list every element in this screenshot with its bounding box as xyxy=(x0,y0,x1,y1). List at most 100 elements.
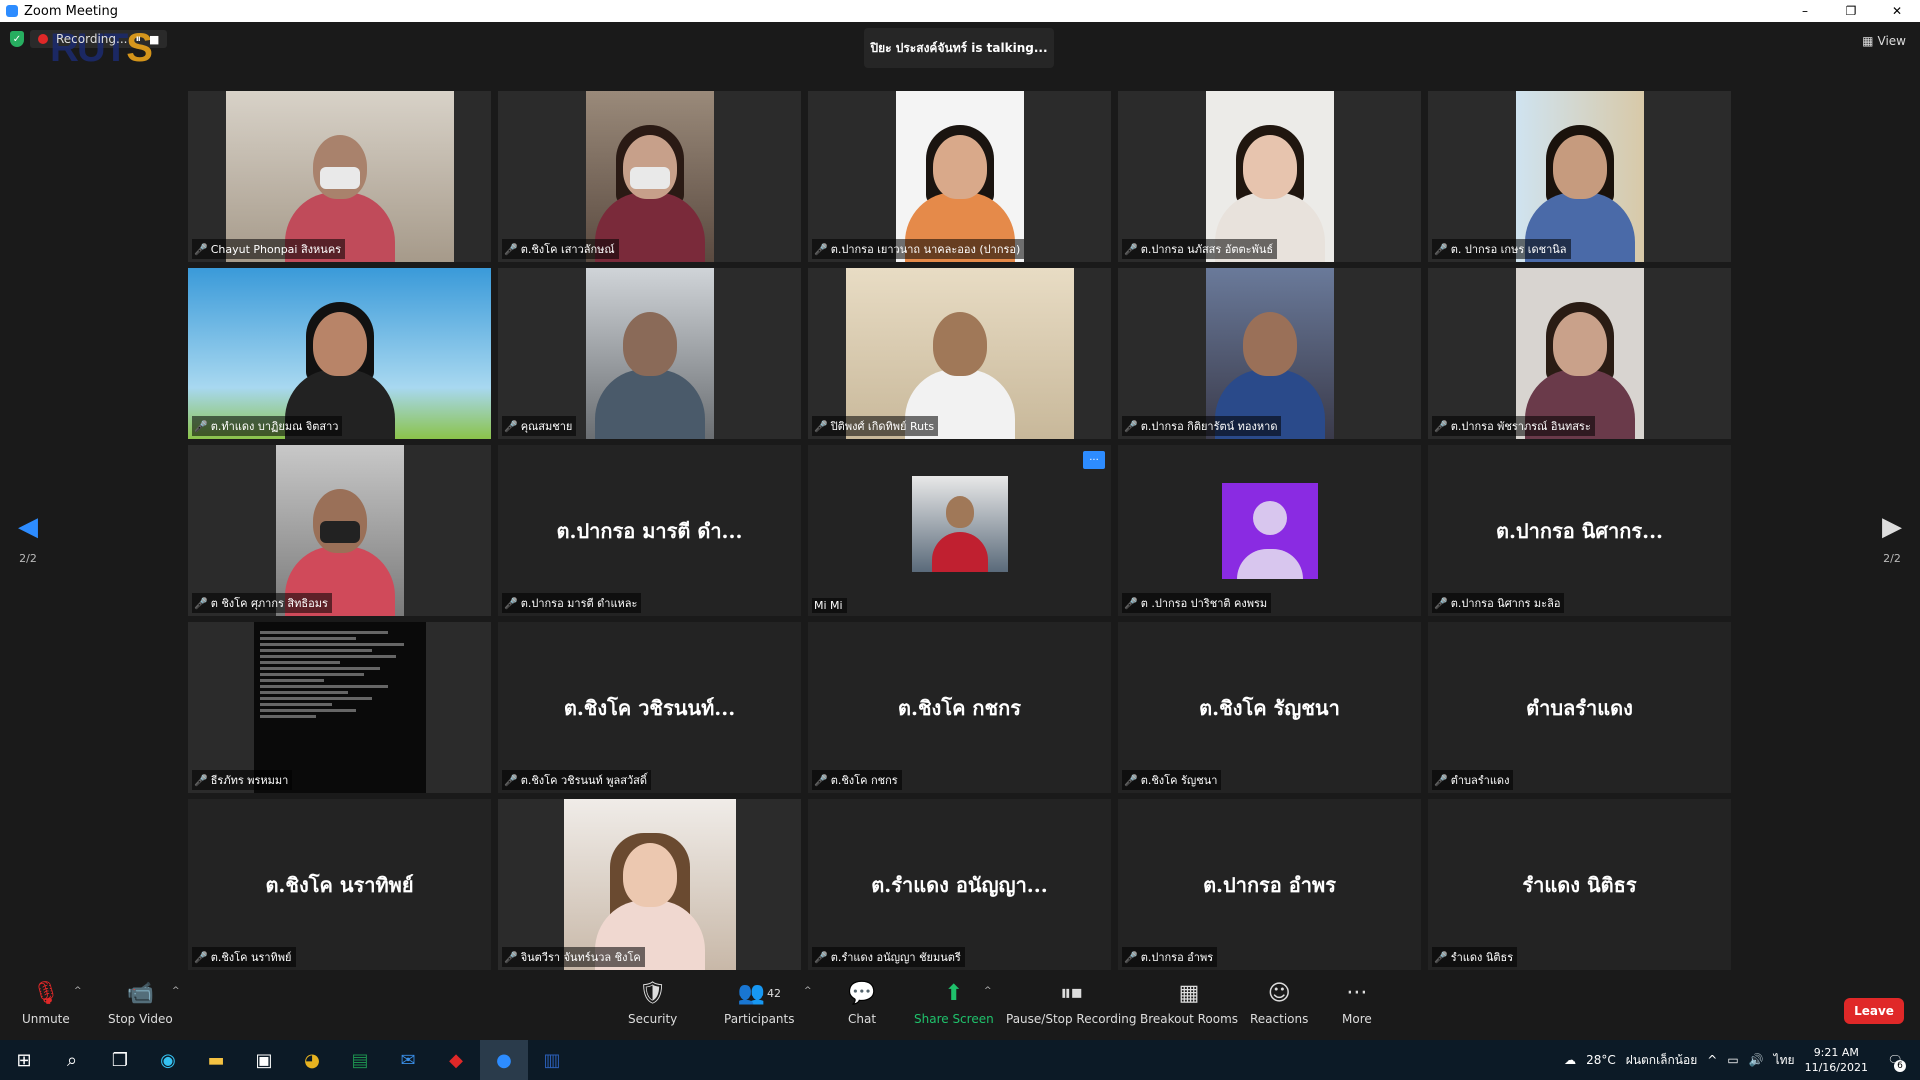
audio-options-caret[interactable]: ^ xyxy=(74,986,82,996)
task-view-icon[interactable]: ❐ xyxy=(96,1040,144,1080)
muted-mic-icon: 🎤 xyxy=(194,950,208,964)
store-icon[interactable]: ▣ xyxy=(240,1040,288,1080)
participant-name: ปิติพงศ์ เกิดทิพย์ Ruts xyxy=(830,420,935,433)
weather-description[interactable]: ฝนตกเล็กน้อย xyxy=(1626,1051,1697,1070)
stop-video-button[interactable]: 📹 Stop Video xyxy=(108,980,173,1027)
more-dots-icon: ··· xyxy=(1346,980,1368,1006)
participant-tile[interactable]: 🎤 ต.ปากรอ นภัสสร อัตตะพันธ์ xyxy=(1118,91,1421,262)
input-language[interactable]: ไทย xyxy=(1774,1051,1795,1070)
participant-tile[interactable]: ต.ชิงโค รัญชนา 🎤 ต.ชิงโค รัญชนา xyxy=(1118,622,1421,793)
meeting-toolbar: 🎙 Unmute ^ 📹 Stop Video ^ 🛡 Security 👥 42… xyxy=(0,970,1920,1040)
participant-tile[interactable]: ต.ชิงโค กชกร 🎤 ต.ชิงโค กชกร xyxy=(808,622,1111,793)
tray-expand-caret[interactable]: ^ xyxy=(1707,1053,1717,1067)
notification-count: 6 xyxy=(1894,1060,1906,1072)
participant-tile[interactable]: 🎤 ต.ปากรอ กิติยารัตน์ ทองหาด xyxy=(1118,268,1421,439)
chrome-icon[interactable]: ◕ xyxy=(288,1040,336,1080)
edge-browser-icon[interactable]: ◉ xyxy=(144,1040,192,1080)
participant-display-name: รำแดง นิติธร xyxy=(1522,872,1637,897)
weather-temperature[interactable]: 28°C xyxy=(1586,1053,1616,1067)
word-icon[interactable]: ▥ xyxy=(528,1040,576,1080)
clock[interactable]: 9:21 AM 11/16/2021 xyxy=(1805,1045,1868,1075)
participant-tile[interactable]: 🎤 ต.ชิงโค เสาวลักษณ์ xyxy=(498,91,801,262)
stop-recording-icon[interactable]: ■ xyxy=(149,33,159,46)
right-arrow-icon[interactable]: ▶ xyxy=(1872,512,1912,542)
participant-tile[interactable]: 🎤 ธีรภัทร พรหมมา xyxy=(188,622,491,793)
leave-button[interactable]: Leave xyxy=(1844,998,1904,1024)
participant-tile[interactable]: ··· Mi Mi xyxy=(808,445,1111,616)
participant-tile[interactable]: 🎤 ต.ปากรอ เยาวนาถ นาคละออง (ปากรอ) xyxy=(808,91,1111,262)
participant-video xyxy=(1515,91,1644,262)
search-icon[interactable]: ⌕ xyxy=(48,1040,96,1080)
file-explorer-icon[interactable]: ▬ xyxy=(192,1040,240,1080)
unmute-button[interactable]: 🎙 Unmute xyxy=(22,980,70,1027)
participant-tile[interactable]: 🎤 ต .ปากรอ ปาริชาติ คงพรม xyxy=(1118,445,1421,616)
left-arrow-icon[interactable]: ◀ xyxy=(8,512,48,542)
participant-tile[interactable]: ต.ปากรอ มารตี ดำ... 🎤 ต.ปากรอ มารตี ดำแหล… xyxy=(498,445,801,616)
muted-mic-icon: 🎤 xyxy=(504,242,518,256)
more-button[interactable]: ··· More xyxy=(1342,980,1372,1027)
participant-video xyxy=(188,268,491,439)
participant-tile[interactable]: ตำบลรำแดง 🎤 ตำบลรำแดง xyxy=(1428,622,1731,793)
minimize-button[interactable]: – xyxy=(1782,0,1828,22)
view-button[interactable]: ▦ View xyxy=(1862,34,1906,48)
participant-tile[interactable]: 🎤 คุณสมชาย xyxy=(498,268,801,439)
notification-center-icon[interactable]: 🗨 6 xyxy=(1878,1040,1912,1080)
recording-label: Recording... xyxy=(56,32,128,46)
participant-video xyxy=(585,91,714,262)
chat-button[interactable]: 💬 Chat xyxy=(848,980,876,1027)
muted-mic-icon: 🎤 xyxy=(814,242,828,256)
participant-tile[interactable]: ต.รำแดง อนัญญา... 🎤 ต.รำแดง อนัญญา ชัยมนต… xyxy=(808,799,1111,970)
volume-icon[interactable]: 🔊 xyxy=(1749,1053,1764,1067)
security-button[interactable]: 🛡 Security xyxy=(628,980,677,1027)
participant-tile[interactable]: ต.ปากรอ นิศากร... 🎤 ต.ปากรอ นิศากร มะลิอ xyxy=(1428,445,1731,616)
more-options-button[interactable]: ··· xyxy=(1083,451,1105,469)
restore-button[interactable]: ❐ xyxy=(1828,0,1874,22)
participant-tile[interactable]: 🎤 ปิติพงศ์ เกิดทิพย์ Ruts xyxy=(808,268,1111,439)
participant-name: ต.ปากรอ พัชราภรณ์ อินทสระ xyxy=(1450,420,1591,433)
participant-display-name: ต.ปากรอ มารตี ดำ... xyxy=(556,518,743,543)
breakout-rooms-button[interactable]: ▦ Breakout Rooms xyxy=(1140,980,1238,1027)
recording-dot-icon xyxy=(38,34,48,44)
chat-bubble-icon: 💬 xyxy=(848,980,876,1006)
participants-options-caret[interactable]: ^ xyxy=(804,986,812,996)
participant-name: รำแดง นิติธร xyxy=(1450,951,1514,964)
weather-cloud-icon: ☁ xyxy=(1564,1053,1577,1067)
mail-icon[interactable]: ✉ xyxy=(384,1040,432,1080)
participant-tile[interactable]: 🎤 ต ชิงโค ศุภากร สิทธิอมร xyxy=(188,445,491,616)
pause-stop-recording-button[interactable]: ⏸⏹ Pause/Stop Recording xyxy=(1006,980,1136,1027)
participant-tile[interactable]: 🎤 ต. ปากรอ เกษร เดชานิล xyxy=(1428,91,1731,262)
network-icon[interactable]: ▭ xyxy=(1727,1053,1738,1067)
muted-mic-icon: 🎤 xyxy=(1434,419,1448,433)
prev-page-nav[interactable]: ◀ 2/2 xyxy=(8,512,48,565)
active-speaker-banner: ปิยะ ประสงค์จันทร์ is talking... xyxy=(864,28,1054,68)
muted-mic-icon: 🎤 xyxy=(1434,242,1448,256)
participant-tile[interactable]: 🎤 ต.ทำแดง บาฏิยมณ จิตสาว xyxy=(188,268,491,439)
windows-taskbar: ⊞ ⌕ ❐ ◉ ▬ ▣ ◕ ▤ ✉ ◆ ● ▥ ☁ 28°C ฝนตกเล็กน… xyxy=(0,1040,1920,1080)
excel-icon[interactable]: ▤ xyxy=(336,1040,384,1080)
participant-tile[interactable]: ต.ชิงโค วชิรนนท์... 🎤 ต.ชิงโค วชิรนนท์ พู… xyxy=(498,622,801,793)
share-options-caret[interactable]: ^ xyxy=(984,986,992,996)
acrobat-icon[interactable]: ◆ xyxy=(432,1040,480,1080)
close-button[interactable]: ✕ xyxy=(1874,0,1920,22)
video-options-caret[interactable]: ^ xyxy=(172,986,180,996)
zoom-taskbar-icon[interactable]: ● xyxy=(480,1040,528,1080)
participant-tile[interactable]: รำแดง นิติธร 🎤 รำแดง นิติธร xyxy=(1428,799,1731,970)
participant-tile[interactable]: 🎤 จินตวีรา จันทร์นวล ชิงโค xyxy=(498,799,801,970)
pause-recording-icon[interactable]: ⏸ xyxy=(135,32,141,46)
participant-name: ต.ปากรอ นภัสสร อัตตะพันธ์ xyxy=(1140,243,1274,256)
participant-tile[interactable]: ต.ชิงโค นราทิพย์ 🎤 ต.ชิงโค นราทิพย์ xyxy=(188,799,491,970)
next-page-nav[interactable]: ▶ 2/2 xyxy=(1872,512,1912,565)
participant-tile[interactable]: 🎤 Chayut Phonpai สิงหนคร xyxy=(188,91,491,262)
share-screen-button[interactable]: ⬆ Share Screen xyxy=(914,980,994,1027)
participant-display-name: ตำบลรำแดง xyxy=(1526,695,1633,720)
participant-name: ต.รำแดง อนัญญา ชัยมนตรี xyxy=(830,951,961,964)
participant-tile[interactable]: ต.ปากรอ อำพร 🎤 ต.ปากรอ อำพร xyxy=(1118,799,1421,970)
reactions-button[interactable]: ☺ Reactions xyxy=(1250,980,1308,1027)
windows-start-icon[interactable]: ⊞ xyxy=(0,1040,48,1080)
participants-button[interactable]: 👥 42 Participants xyxy=(724,980,795,1027)
participant-name: ต.ชิงโค กชกร xyxy=(830,774,898,787)
participant-tile[interactable]: 🎤 ต.ปากรอ พัชราภรณ์ อินทสระ xyxy=(1428,268,1731,439)
unmute-label: Unmute xyxy=(22,1012,70,1026)
participant-name: ต.ทำแดง บาฏิยมณ จิตสาว xyxy=(210,420,339,433)
encryption-shield-icon[interactable]: ✓ xyxy=(10,31,24,47)
